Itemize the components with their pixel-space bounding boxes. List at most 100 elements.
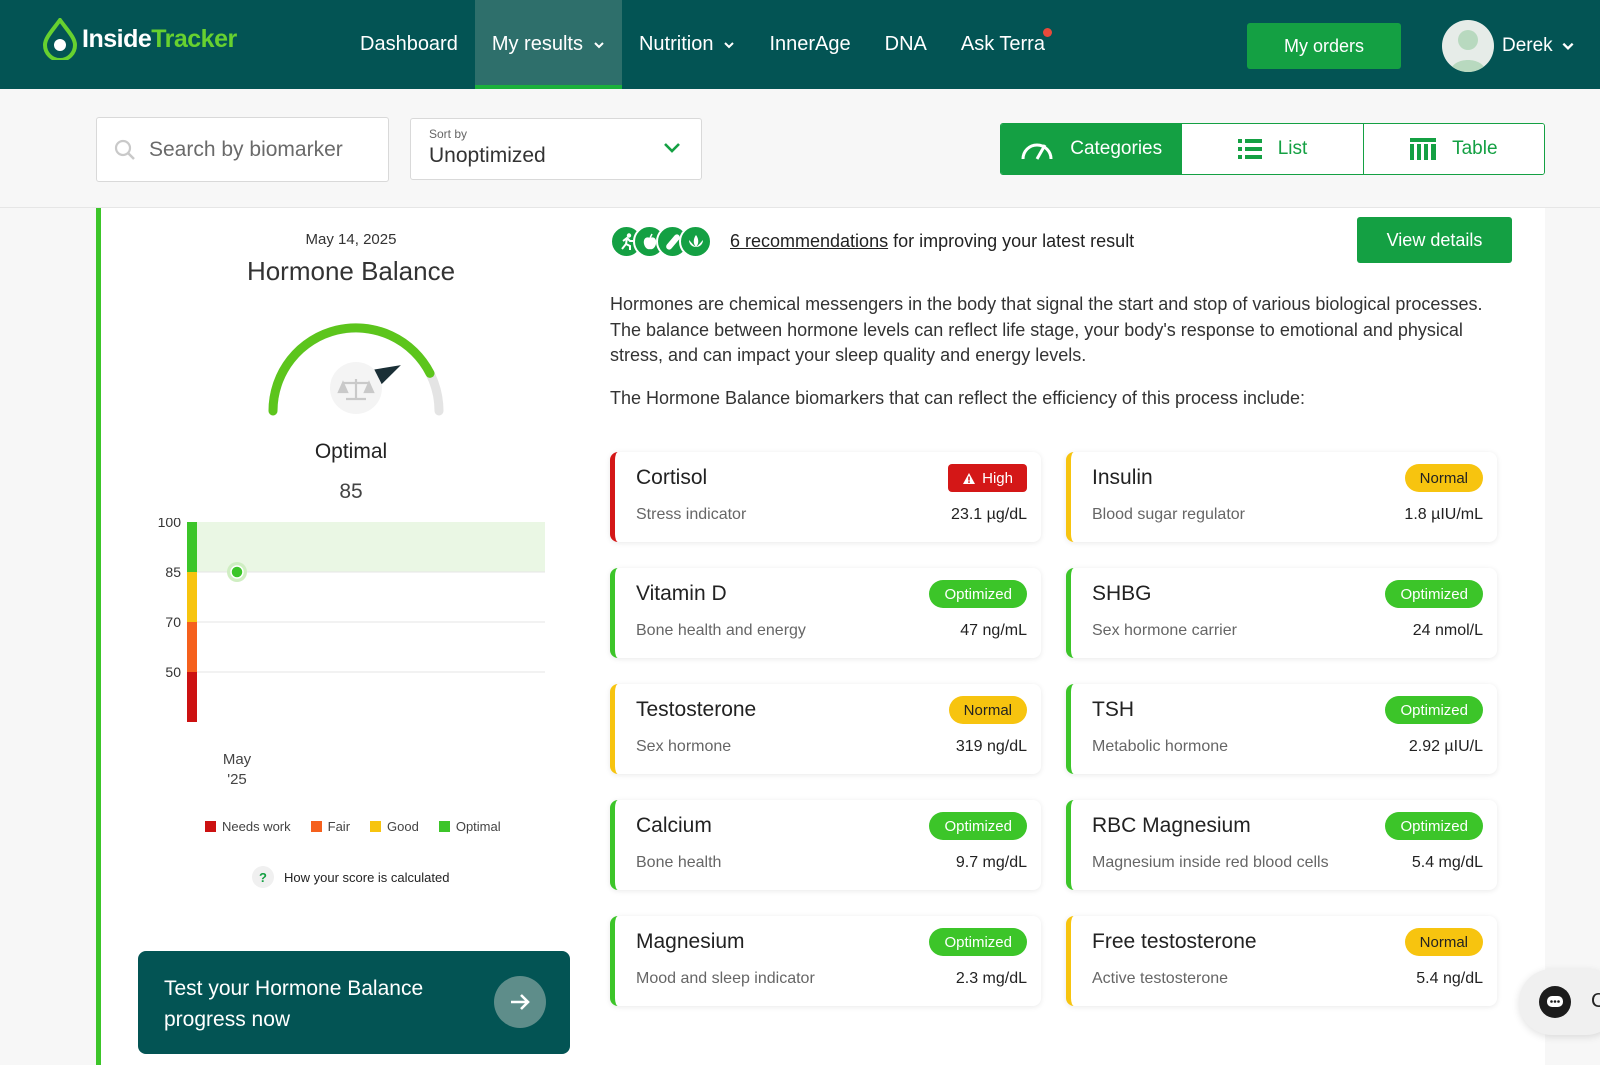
insidetracker-logo[interactable]: InsideTracker [42,18,237,60]
user-silhouette-icon [1450,30,1486,72]
chat-widget-button[interactable]: C [1519,969,1600,1035]
nav-innerage[interactable]: InnerAge [752,0,867,89]
biomarker-card-tsh[interactable]: TSH Optimized Metabolic hormone 2.92 µIU… [1066,684,1497,774]
lotus-icon [679,225,712,258]
sort-dropdown[interactable]: Sort by Unoptimized [410,118,702,180]
question-icon: ? [252,866,274,888]
y-tick-label: 70 [165,614,181,630]
biomarker-card-calcium[interactable]: Calcium Optimized Bone health 9.7 mg/dL [610,800,1041,890]
avatar [1442,20,1494,72]
biomarker-card-rbc-magnesium[interactable]: RBC Magnesium Optimized Magnesium inside… [1066,800,1497,890]
score-history-chart: 100 85 70 50 May '25 [158,518,545,788]
status-badge: Normal [1404,464,1483,492]
chevron-down-icon [664,143,680,153]
table-icon [1410,138,1437,160]
result-date: May 14, 2025 [305,231,397,248]
search-box[interactable] [96,117,389,182]
view-details-button[interactable]: View details [1357,217,1512,263]
search-input[interactable] [149,137,369,162]
band-needs-work [187,672,197,722]
score-value: 85 [339,480,363,503]
chat-icon [1539,986,1571,1018]
cta-text: Test your Hormone Balance progress now [164,977,424,1031]
biomarker-name: Vitamin D [636,582,727,605]
biomarker-value: 24 nmol/L [1412,622,1483,639]
nav-dashboard[interactable]: Dashboard [343,0,475,89]
biomarker-card-free-testosterone[interactable]: Free testosterone Normal Active testoste… [1066,916,1497,1006]
status-badge: Optimized [929,928,1027,956]
recommendations-text: 6 recommendations for improving your lat… [730,231,1135,251]
status-badge: Optimized [1385,696,1483,724]
legend-good: Good [370,819,419,834]
band-good [187,572,197,622]
arrow-right-icon [494,976,546,1028]
y-tick-label: 100 [158,518,182,530]
y-tick-label: 50 [165,664,181,680]
category-description: Hormones are chemical messengers in the … [610,294,1483,365]
biomarker-description: Mood and sleep indicator [636,970,815,987]
biomarker-value: 23.1 µg/dL [951,506,1027,523]
recommendations-banner: 6 recommendations for improving your lat… [610,225,1134,258]
band-optimal [187,522,197,572]
biomarker-card-cortisol[interactable]: Cortisol High Stress indicator 23.1 µg/d… [610,452,1041,542]
notification-dot [1042,28,1052,37]
user-name: Derek [1502,35,1553,56]
y-tick-label: 85 [165,564,181,580]
biomarker-description: Sex hormone [636,738,732,755]
biomarker-card-vitamin-d[interactable]: Vitamin D Optimized Bone health and ener… [610,568,1041,658]
nav-ask-terra[interactable]: Ask Terra [944,0,1062,89]
biomarker-name: Cortisol [636,466,708,489]
status-badge: Optimized [929,812,1027,840]
biomarkers-intro: The Hormone Balance biomarkers that can … [610,388,1306,408]
gauge-icon [1021,143,1053,160]
status-badge: Optimized [1385,580,1483,608]
status-badge: Normal [948,696,1027,724]
how-score-calculated-link[interactable]: ? How your score is calculated [252,866,449,888]
view-tab-list[interactable]: List [1182,124,1364,174]
results-toolbar: Sort by Unoptimized Categories List [0,89,1600,208]
legend-fair: Fair [310,819,350,834]
biomarker-card-magnesium[interactable]: Magnesium Optimized Mood and sleep indic… [610,916,1041,1006]
chevron-down-icon [1562,42,1574,50]
drop-logo-icon [42,18,78,60]
top-navigation: InsideTracker Dashboard My results Nutri… [0,0,1600,89]
optimal-zone [195,522,545,572]
biomarker-name: TSH [1092,698,1134,721]
biomarker-value: 1.8 µIU/mL [1404,506,1483,523]
biomarker-card-testosterone[interactable]: Testosterone Normal Sex hormone 319 ng/d… [610,684,1041,774]
nav-my-results[interactable]: My results [474,0,623,89]
biomarker-description: Stress indicator [636,506,747,523]
biomarker-name: Free testosterone [1092,930,1257,953]
biomarker-description: Active testosterone [1092,970,1229,987]
biomarker-value: 2.3 mg/dL [955,970,1027,987]
chat-label: C [1591,990,1600,1012]
status-badge: Optimized [1385,812,1483,840]
test-progress-cta[interactable]: Test your Hormone Balance progress now [138,951,570,1054]
warning-icon [963,472,976,484]
biomarker-name: RBC Magnesium [1092,814,1251,837]
status-badge: Normal [1404,928,1483,956]
recommendations-link[interactable]: 6 recommendations [730,231,888,251]
view-tab-table[interactable]: Table [1363,124,1544,174]
score-gauge [268,323,444,416]
x-tick-label: '25 [227,771,247,788]
user-menu[interactable]: Derek [1442,20,1575,72]
biomarker-description: Metabolic hormone [1092,738,1229,755]
biomarker-card-shbg[interactable]: SHBG Optimized Sex hormone carrier 24 nm… [1066,568,1497,658]
chevron-down-icon [724,41,735,48]
nav-dna[interactable]: DNA [868,0,944,89]
biomarker-name: Insulin [1092,466,1153,489]
category-panel: May 14, 2025 Hormone Balance Optimal 85 … [96,208,1545,1065]
biomarker-card-insulin[interactable]: Insulin Normal Blood sugar regulator 1.8… [1066,452,1497,542]
biomarker-value: 5.4 mg/dL [1411,854,1483,871]
chevron-down-icon [594,41,604,48]
biomarker-description: Magnesium inside red blood cells [1092,854,1329,871]
biomarker-description: Bone health [636,854,722,871]
view-tab-categories[interactable]: Categories [1001,124,1183,174]
main-nav: Dashboard My results Nutrition InnerAge … [343,0,1062,89]
nav-nutrition[interactable]: Nutrition [622,0,752,89]
legend-optimal: Optimal [438,819,501,834]
biomarker-value: 9.7 mg/dL [955,854,1027,871]
biomarker-name: Calcium [636,814,712,837]
my-orders-button[interactable]: My orders [1247,23,1401,69]
